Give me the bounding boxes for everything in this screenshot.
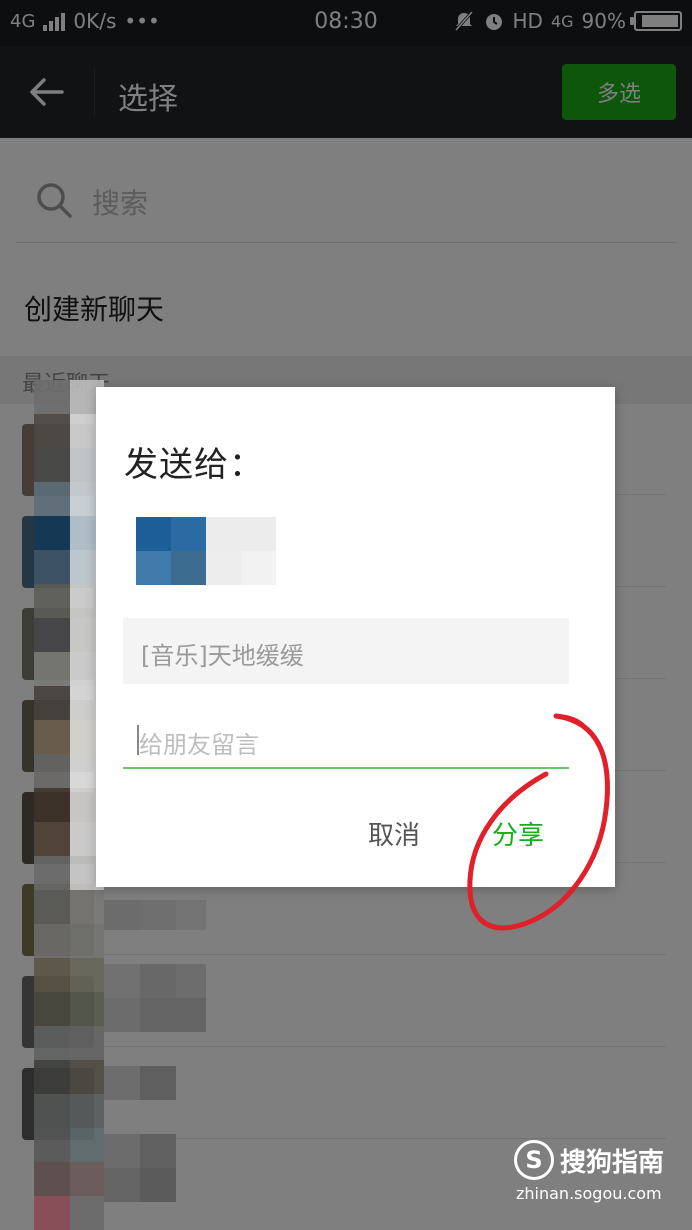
watermark-url: zhinan.sogou.com [516, 1184, 662, 1203]
shared-item-title: [音乐]天地缓缓 [141, 642, 304, 670]
red-circle-annotation [467, 713, 610, 931]
watermark-brand: 搜狗指南 [560, 1148, 665, 1178]
dialog-title: 发送给： [124, 445, 264, 485]
sogou-watermark: S 搜狗指南 zhinan.sogou.com [514, 1140, 684, 1210]
cancel-button[interactable]: 取消 [368, 815, 420, 852]
message-placeholder: 给朋友留言 [139, 731, 259, 759]
shared-item-preview: [音乐]天地缓缓 [123, 618, 569, 684]
sogou-logo-icon: S [514, 1140, 554, 1180]
recipient-avatar [136, 517, 276, 585]
